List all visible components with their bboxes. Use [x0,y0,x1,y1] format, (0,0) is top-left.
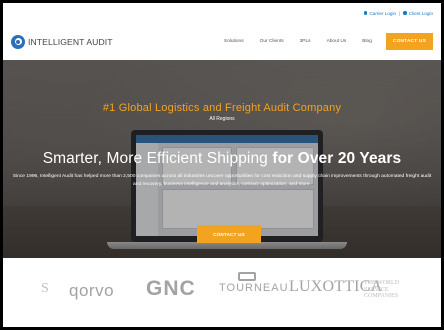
tourneau-wordmark: TOURNEAU [219,282,289,294]
carrier-login-label: Carrier Login [369,10,397,16]
hero-title-bold: for Over 20 Years [272,150,402,167]
nav-our-clients[interactable]: Our Clients [260,39,284,44]
client-logo-tourneau: TOURNEAU [219,272,289,294]
hero-tagline: #1 Global Logistics and Freight Audit Co… [102,102,342,114]
client-login-label: Client Login [408,10,433,16]
hero-section: #1 Global Logistics and Freight Audit Co… [3,60,441,258]
logo-text: INTELLIGENT AUDIT [28,36,113,47]
utility-separator: | [399,10,401,16]
nav-3pls[interactable]: 3PLs [300,39,311,44]
tourneau-mark-icon [238,272,256,281]
intelligent-audit-logo-icon [11,34,25,49]
hero-title-regular: Smarter, More Efficient Shipping [42,150,273,167]
client-logo-qorvo: qorvo [69,281,115,300]
carrier-login-link[interactable]: Carrier Login [363,10,397,16]
client-logo: S [41,281,49,296]
site-header: INTELLIGENT AUDIT Solutions Our Clients … [3,23,441,60]
client-logos: S qorvo GNC TOURNEAU LUXOTTICA THE WORLD… [3,258,441,327]
nav-blog[interactable]: Blog [362,39,372,44]
hero-region: All Regions [209,116,235,122]
client-logo-gnc: GNC [146,277,196,300]
hero-contact-button[interactable]: CONTACT US [197,225,261,243]
nav-solutions[interactable]: Solutions [224,39,244,44]
nav-about-us[interactable]: About Us [327,39,347,44]
hero-description: Since 1996, Intelligent Audit has helped… [12,174,432,188]
user-dot-icon [363,11,368,15]
client-login-link[interactable]: Client Login [403,11,433,16]
hero-title: Smarter, More Efficient Shipping for Ove… [3,150,441,168]
user-dot-icon [403,11,407,15]
utility-bar: Carrier Login | Client Login [3,3,441,23]
main-nav: Solutions Our Clients 3PLs About Us Blog [224,39,372,44]
site-logo[interactable]: INTELLIGENT AUDIT [11,34,113,49]
header-contact-button[interactable]: CONTACT US [385,33,433,50]
client-logo-world-service: THE WORLD SERVICE COMPANIES [364,280,400,299]
browser-page: Carrier Login | Client Login INTELLIGENT… [3,3,441,327]
